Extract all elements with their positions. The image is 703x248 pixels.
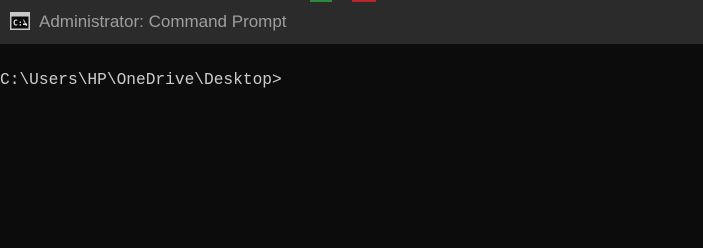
- command-prompt-line: C:\Users\HP\OneDrive\Desktop>: [0, 71, 282, 89]
- window-title: Administrator: Command Prompt: [39, 12, 287, 31]
- command-prompt-icon[interactable]: C:\: [10, 12, 30, 30]
- title-bar[interactable]: C:\ Administrator: Command Prompt: [0, 0, 703, 44]
- taskbar-highlight-red: [352, 0, 376, 2]
- taskbar-highlight-green: [310, 0, 332, 2]
- command-prompt-window: C:\ Administrator: Command Prompt C:\Use…: [0, 0, 703, 248]
- svg-text:C:\: C:\: [13, 19, 28, 28]
- terminal-output[interactable]: C:\Users\HP\OneDrive\Desktop>: [0, 44, 703, 248]
